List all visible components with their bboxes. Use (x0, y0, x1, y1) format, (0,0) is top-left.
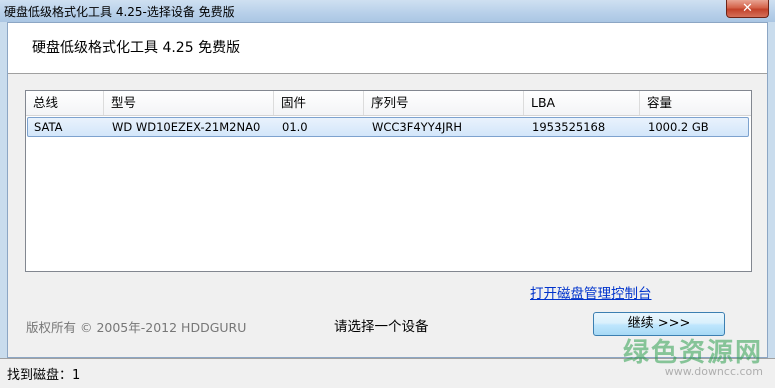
app-title: 硬盘低级格式化工具 4.25 免费版 (32, 40, 241, 56)
cell-firmware: 01.0 (282, 120, 308, 134)
title-bar: 硬盘低级格式化工具 4.25-选择设备 免费版 ✕ (0, 0, 775, 22)
column-header-firmware[interactable]: 固件 (274, 91, 364, 115)
cell-bus: SATA (34, 120, 63, 134)
cell-model: WD WD10EZEX-21M2NA0 (112, 120, 261, 134)
cell-serial: WCC3F4YY4JRH (372, 120, 463, 134)
table-row[interactable]: SATA WD WD10EZEX-21M2NA0 01.0 WCC3F4YY4J… (27, 117, 749, 137)
column-header-model[interactable]: 型号 (104, 91, 274, 115)
copyright-text: 版权所有 © 2005年-2012 HDDGURU (26, 320, 247, 335)
watermark: 绿色资源网 www.downcc.com (623, 332, 763, 378)
select-device-prompt: 请选择一个设备 (334, 319, 429, 335)
dialog-body: 硬盘低级格式化工具 4.25 免费版 总线 型号 固件 序列号 LBA 容量 S… (7, 22, 768, 358)
column-headers: 总线 型号 固件 序列号 LBA 容量 (26, 91, 751, 116)
watermark-main: 绿色资源网 (622, 338, 763, 368)
column-header-capacity[interactable]: 容量 (640, 91, 751, 115)
cell-capacity: 1000.2 GB (648, 120, 709, 134)
close-icon: ✕ (742, 1, 753, 16)
disks-found-status: 找到磁盘：1 (7, 368, 81, 383)
device-list[interactable]: 总线 型号 固件 序列号 LBA 容量 SATA WD WD10EZEX-21M… (25, 90, 752, 272)
disk-management-link[interactable]: 打开磁盘管理控制台 (530, 282, 652, 302)
close-button[interactable]: ✕ (726, 0, 769, 18)
column-header-lba[interactable]: LBA (524, 91, 640, 115)
column-header-bus[interactable]: 总线 (26, 91, 104, 115)
column-header-serial[interactable]: 序列号 (364, 91, 524, 115)
window-title: 硬盘低级格式化工具 4.25-选择设备 免费版 (4, 5, 235, 19)
header-panel: 硬盘低级格式化工具 4.25 免费版 (8, 23, 767, 74)
cell-lba: 1953525168 (532, 120, 606, 134)
